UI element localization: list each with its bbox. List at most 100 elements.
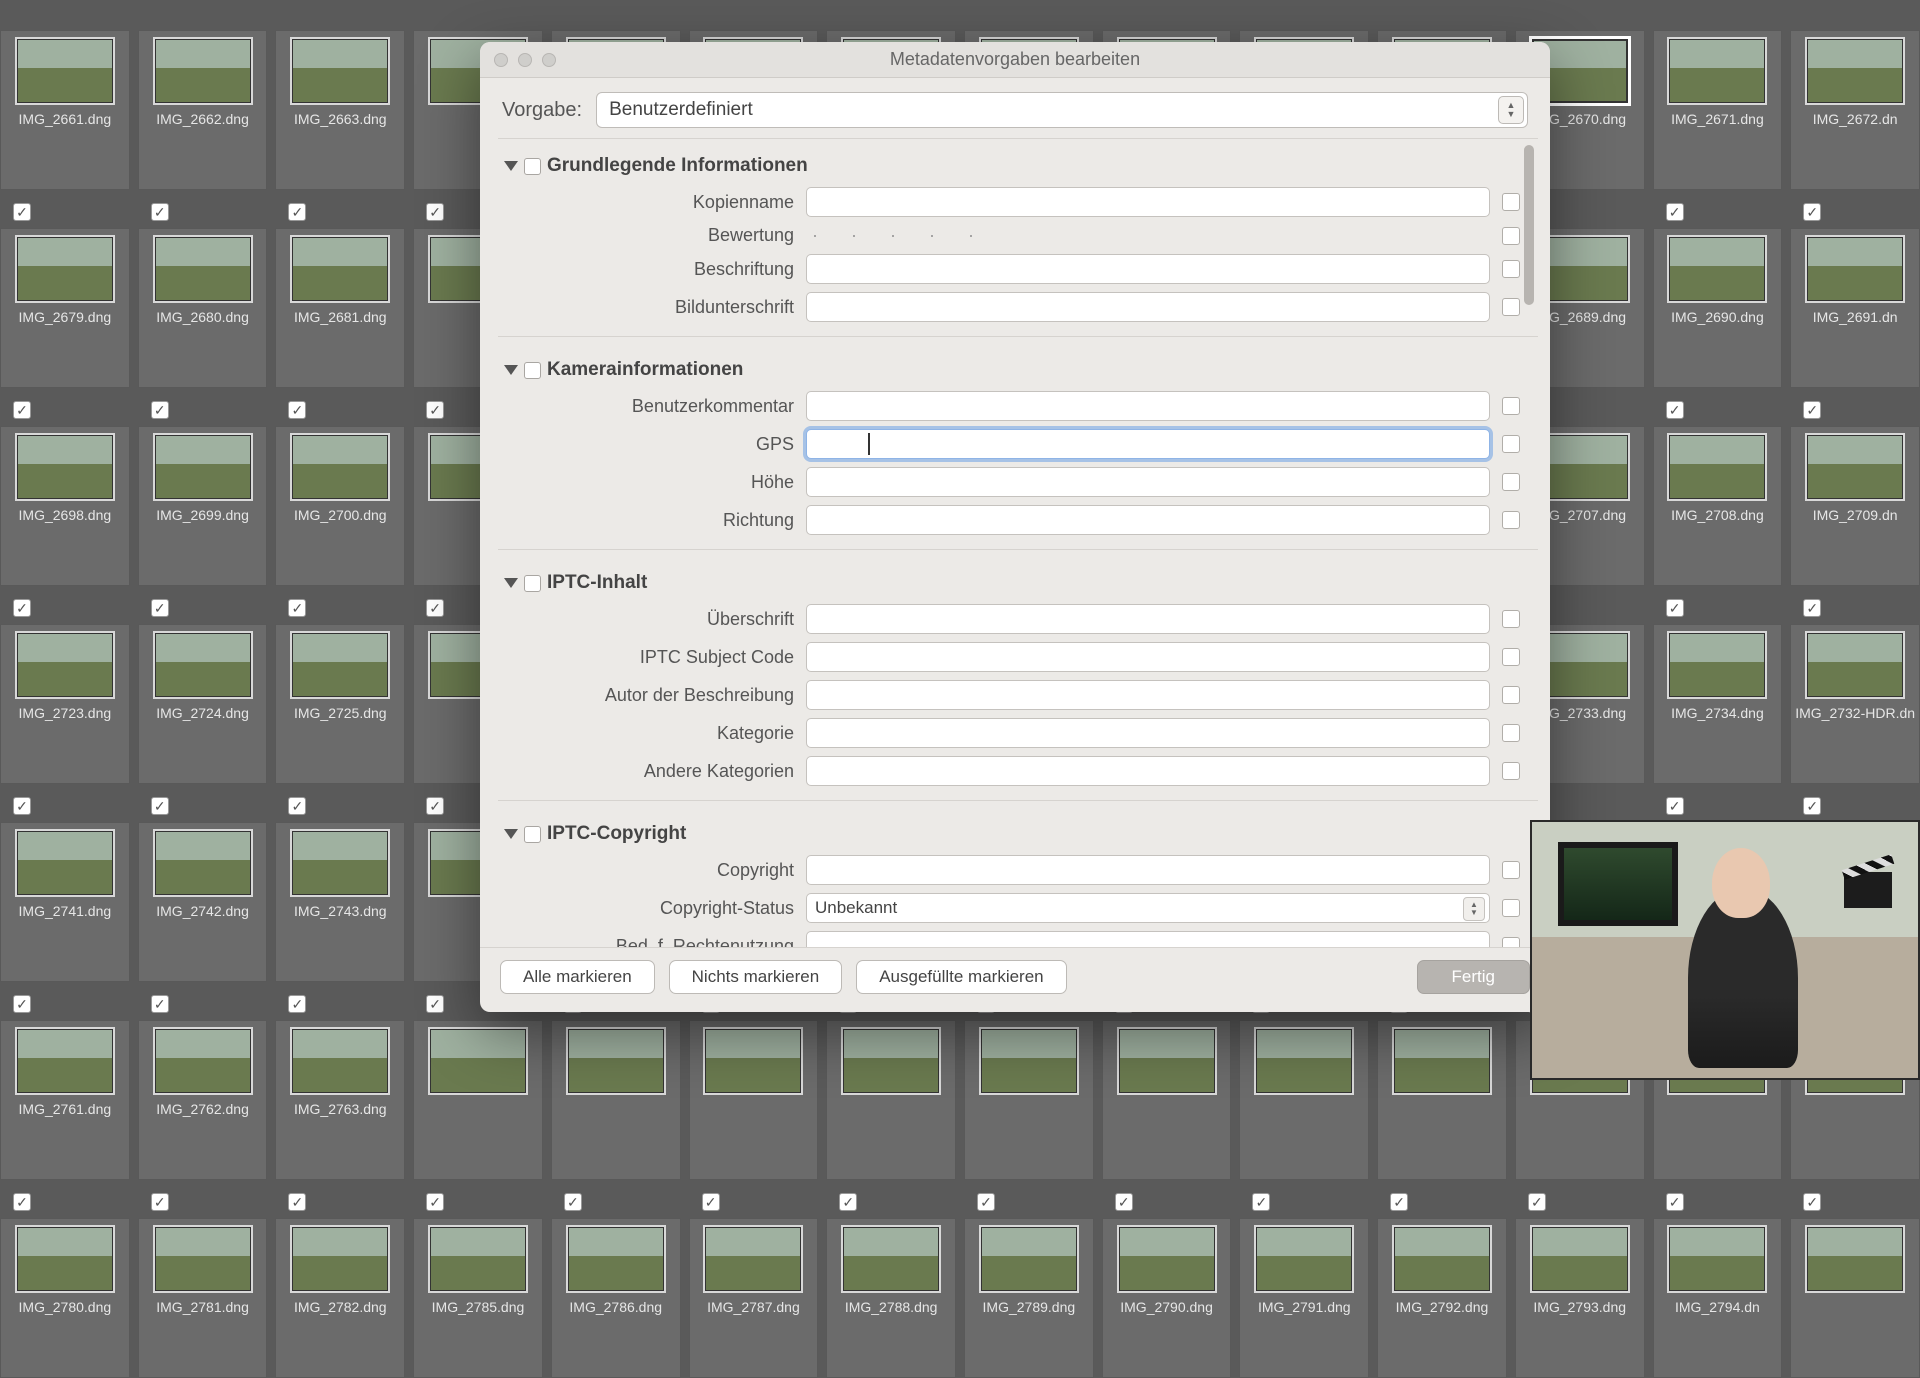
thumbnail-image[interactable] (155, 1227, 251, 1291)
altitude-input[interactable] (806, 467, 1490, 497)
thumbnail-cell[interactable]: IMG_2662.dng (138, 30, 268, 190)
thumbnail-image[interactable] (155, 831, 251, 895)
mark-all-button[interactable]: Alle markieren (500, 960, 655, 994)
thumbnail-image[interactable] (1394, 1227, 1490, 1291)
thumbnail-image[interactable] (1669, 39, 1765, 103)
thumbnail-image[interactable] (981, 1227, 1077, 1291)
pick-flag-icon[interactable]: ✓ (288, 995, 306, 1013)
thumbnail-cell[interactable]: IMG_2663.dng (275, 30, 405, 190)
preset-input[interactable] (596, 92, 1528, 128)
pick-flag-icon[interactable]: ✓ (288, 599, 306, 617)
copyright-input[interactable] (806, 855, 1490, 885)
thumbnail-image[interactable] (155, 1029, 251, 1093)
thumbnail-image[interactable] (292, 39, 388, 103)
thumbnail-image[interactable] (292, 237, 388, 301)
pick-flag-icon[interactable]: ✓ (13, 995, 31, 1013)
section-checkbox[interactable] (524, 158, 541, 175)
thumbnail-image[interactable] (17, 1029, 113, 1093)
section-header[interactable]: IPTC-Inhalt (504, 564, 1520, 600)
thumbnail-cell[interactable]: ✓IMG_2761.dng (0, 1020, 130, 1180)
thumbnail-image[interactable] (1669, 435, 1765, 499)
thumbnail-image[interactable] (17, 435, 113, 499)
disclosure-triangle-icon[interactable] (504, 578, 518, 588)
pick-flag-icon[interactable]: ✓ (426, 599, 444, 617)
thumbnail-cell[interactable]: ✓IMG_2700.dng (275, 426, 405, 586)
thumbnail-cell[interactable]: ✓IMG_2691.dn (1790, 228, 1920, 388)
thumbnail-image[interactable] (568, 1227, 664, 1291)
thumbnail-cell[interactable]: ✓IMG_2699.dng (138, 426, 268, 586)
field-checkbox[interactable] (1502, 648, 1520, 666)
section-header[interactable]: Grundlegende Informationen (504, 147, 1520, 183)
field-checkbox[interactable] (1502, 435, 1520, 453)
thumbnail-image[interactable] (705, 1029, 801, 1093)
thumbnail-cell[interactable]: ✓ (1377, 1020, 1507, 1180)
thumbnail-image[interactable] (1807, 633, 1903, 697)
thumbnail-image[interactable] (981, 1029, 1077, 1093)
thumbnail-image[interactable] (292, 435, 388, 499)
thumbnail-cell[interactable]: ✓IMG_2780.dng (0, 1218, 130, 1378)
pick-flag-icon[interactable]: ✓ (288, 1193, 306, 1211)
thumbnail-cell[interactable]: ✓IMG_2723.dng (0, 624, 130, 784)
pick-flag-icon[interactable]: ✓ (13, 599, 31, 617)
thumbnail-cell[interactable]: ✓IMG_2785.dng (413, 1218, 543, 1378)
thumbnail-cell[interactable]: ✓IMG_2690.dng (1653, 228, 1783, 388)
field-checkbox[interactable] (1502, 298, 1520, 316)
pick-flag-icon[interactable]: ✓ (1666, 203, 1684, 221)
thumbnail-cell[interactable]: ✓IMG_2725.dng (275, 624, 405, 784)
pick-flag-icon[interactable]: ✓ (151, 401, 169, 419)
thumbnail-cell[interactable]: ✓IMG_2732-HDR.dn (1790, 624, 1920, 784)
thumbnail-cell[interactable]: ✓IMG_2790.dng (1102, 1218, 1232, 1378)
thumbnail-image[interactable] (1807, 435, 1903, 499)
thumbnail-cell[interactable]: IMG_2672.dn (1790, 30, 1920, 190)
thumbnail-image[interactable] (155, 633, 251, 697)
field-checkbox[interactable] (1502, 193, 1520, 211)
pick-flag-icon[interactable]: ✓ (1666, 1193, 1684, 1211)
pick-flag-icon[interactable]: ✓ (1803, 401, 1821, 419)
thumbnail-image[interactable] (1119, 1227, 1215, 1291)
pick-flag-icon[interactable]: ✓ (13, 401, 31, 419)
thumbnail-cell[interactable]: ✓ (826, 1020, 956, 1180)
field-checkbox[interactable] (1502, 899, 1520, 917)
thumbnail-image[interactable] (292, 1029, 388, 1093)
thumbnail-image[interactable] (1394, 1029, 1490, 1093)
thumbnail-cell[interactable]: IMG_2671.dng (1653, 30, 1783, 190)
thumbnail-image[interactable] (292, 831, 388, 895)
field-checkbox[interactable] (1502, 724, 1520, 742)
thumbnail-image[interactable] (1256, 1029, 1352, 1093)
thumbnail-cell[interactable]: ✓IMG_2792.dng (1377, 1218, 1507, 1378)
pick-flag-icon[interactable]: ✓ (151, 1193, 169, 1211)
pick-flag-icon[interactable]: ✓ (1528, 1193, 1546, 1211)
pick-flag-icon[interactable]: ✓ (1803, 203, 1821, 221)
pick-flag-icon[interactable]: ✓ (1666, 797, 1684, 815)
thumbnail-image[interactable] (17, 237, 113, 301)
thumbnail-image[interactable] (1807, 39, 1903, 103)
thumbnail-cell[interactable]: ✓IMG_2724.dng (138, 624, 268, 784)
author-desc-input[interactable] (806, 680, 1490, 710)
pick-flag-icon[interactable]: ✓ (13, 1193, 31, 1211)
pick-flag-icon[interactable]: ✓ (151, 203, 169, 221)
field-checkbox[interactable] (1502, 397, 1520, 415)
thumbnail-cell[interactable]: ✓IMG_2680.dng (138, 228, 268, 388)
scrollbar[interactable] (1524, 145, 1534, 305)
copyright-status-select[interactable]: Unbekannt ▲▼ (806, 893, 1490, 923)
thumbnail-cell[interactable]: ✓IMG_2741.dng (0, 822, 130, 982)
pick-flag-icon[interactable]: ✓ (1666, 599, 1684, 617)
thumbnail-image[interactable] (17, 1227, 113, 1291)
pick-flag-icon[interactable]: ✓ (1803, 797, 1821, 815)
disclosure-triangle-icon[interactable] (504, 365, 518, 375)
section-header[interactable]: Kamerainformationen (504, 351, 1520, 387)
headline-input[interactable] (806, 604, 1490, 634)
thumbnail-cell[interactable]: ✓IMG_2788.dng (826, 1218, 956, 1378)
thumbnail-image[interactable] (155, 435, 251, 499)
pick-flag-icon[interactable]: ✓ (288, 203, 306, 221)
user-comment-input[interactable] (806, 391, 1490, 421)
thumbnail-image[interactable] (1256, 1227, 1352, 1291)
section-checkbox[interactable] (524, 575, 541, 592)
direction-input[interactable] (806, 505, 1490, 535)
thumbnail-image[interactable] (430, 1227, 526, 1291)
thumbnail-image[interactable] (705, 1227, 801, 1291)
field-checkbox[interactable] (1502, 473, 1520, 491)
pick-flag-icon[interactable]: ✓ (151, 599, 169, 617)
thumbnail-image[interactable] (1669, 237, 1765, 301)
thumbnail-cell[interactable]: ✓ (1790, 1218, 1920, 1378)
